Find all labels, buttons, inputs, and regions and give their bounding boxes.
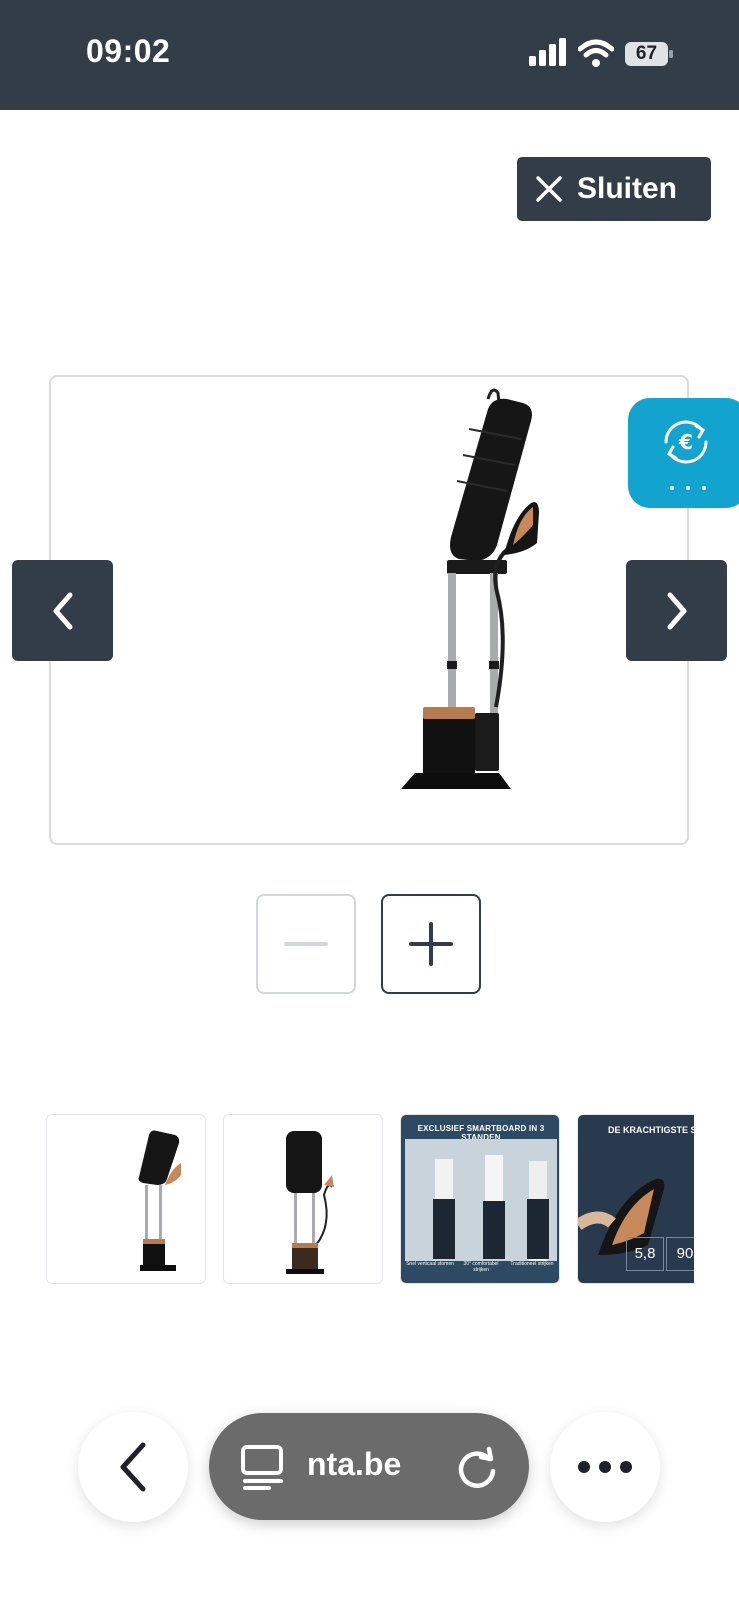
chevron-right-icon [667,592,686,629]
plus-icon [409,922,453,966]
page-menu-icon [241,1445,283,1490]
thumbnail-1[interactable] [46,1114,206,1284]
euro-exchange-icon: € [664,420,708,464]
svg-text:€: € [678,430,693,454]
thumbnail-tag: Snel verticaal stomen [405,1261,455,1277]
url-text: nta.be [307,1446,402,1482]
product-image [401,388,539,789]
status-time: 09:02 [86,33,171,69]
next-image-button[interactable] [626,560,727,661]
thumbnail-image [286,1131,334,1274]
thumbnail-strip: EXCLUSIEF SMARTBOARD IN 3 STANDEN Snel v… [46,1114,694,1286]
previous-image-button[interactable] [12,560,113,661]
stat-value: 5,8 [626,1237,664,1271]
chevron-left-icon [120,1442,146,1492]
thumbnail-tag: Traditioneel strijken [507,1261,557,1277]
thumbnail-4[interactable]: DE KRACHTIGSTE ST 5,8 90 [577,1114,694,1284]
battery-level: 67 [635,43,658,64]
product-image-viewer[interactable] [49,375,689,845]
more-dots-icon [670,486,706,490]
close-button-label: Sluiten [577,172,678,205]
thumbnail-3[interactable]: EXCLUSIEF SMARTBOARD IN 3 STANDEN Snel v… [400,1114,560,1284]
stat-value: 90 [666,1237,694,1271]
reload-icon[interactable] [455,1445,499,1489]
currency-converter-button[interactable]: € [628,398,739,508]
chevron-left-icon [53,592,72,629]
browser-back-button[interactable] [78,1412,188,1522]
cellular-signal-icon [529,38,566,66]
thumbnail-image [138,1130,181,1271]
close-icon [536,176,562,202]
more-options-button[interactable] [550,1412,660,1522]
zoom-in-button[interactable] [381,894,481,994]
address-bar[interactable]: nta.be [209,1413,529,1520]
status-bar: 09:02 67 [0,0,739,110]
more-horizontal-icon [578,1461,632,1473]
thumbnail-tag: 30° comfortabel strijken [456,1261,506,1277]
people-ironing-photo [405,1139,557,1261]
minus-icon [284,942,328,946]
thumbnail-2[interactable] [223,1114,383,1284]
zoom-out-button[interactable] [256,894,356,994]
close-button[interactable]: Sluiten [517,157,711,221]
wifi-icon [578,39,614,67]
battery-icon: 67 [625,42,673,66]
